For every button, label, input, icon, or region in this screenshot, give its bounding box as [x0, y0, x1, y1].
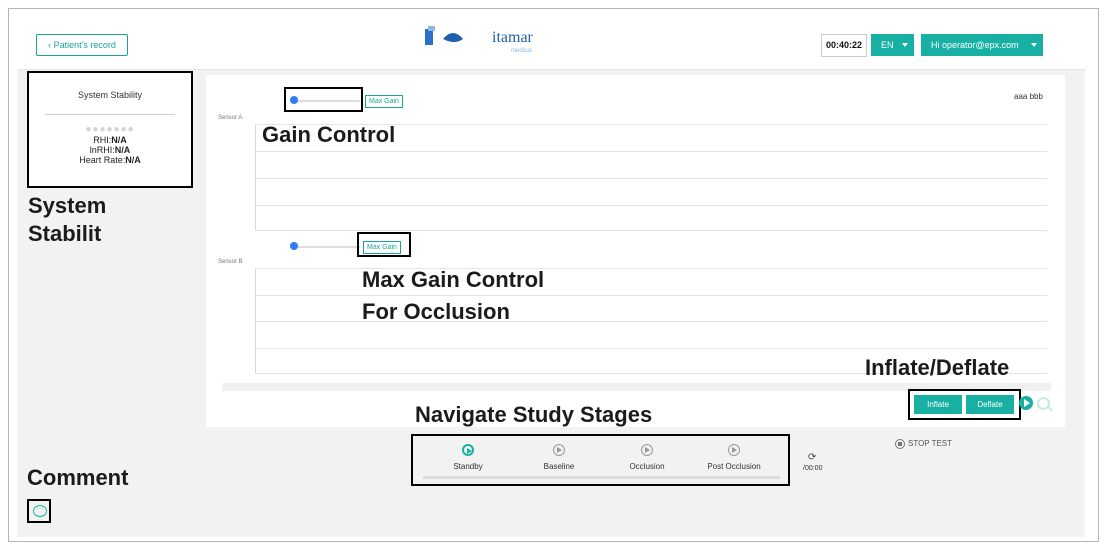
logo-subtext: medical [511, 48, 532, 54]
itamar-logo [425, 26, 463, 45]
annotation-system-stability: System Stabilit [28, 193, 107, 246]
stop-test-button[interactable]: STOP TEST [895, 439, 952, 449]
lnrhi-stat: lnRHI:N/A [89, 145, 131, 155]
refresh-icon[interactable]: ⟳ [808, 452, 816, 463]
stage-progress-bar [423, 476, 780, 479]
rhi-stat: RHI:N/A [93, 135, 127, 145]
stability-dots: ●●●●●●● [85, 124, 135, 135]
chevron-down-icon [902, 43, 908, 47]
user-menu[interactable]: Hi operator@epx.com [921, 34, 1043, 56]
comment-button[interactable]: ··· [27, 499, 51, 523]
stage-occlusion[interactable]: Occlusion [602, 444, 692, 471]
logo-text: itamar [492, 29, 533, 46]
divider [45, 114, 175, 115]
play-icon [728, 444, 740, 456]
highlight-max-gain [357, 232, 411, 257]
chevron-down-icon [1031, 43, 1037, 47]
heart-rate-stat: Heart Rate:N/A [79, 155, 141, 165]
session-timer: 00:40:22 [821, 34, 867, 57]
max-gain-button-a[interactable]: Max Gain [365, 95, 403, 108]
patient-record-button[interactable]: ‹ Patient's record [36, 34, 128, 56]
corner-text: aaa bbb [1014, 92, 1043, 101]
annotation-comment: Comment [27, 465, 129, 490]
stage-standby[interactable]: Standby [423, 444, 513, 471]
annotation-inflate-deflate: Inflate/Deflate [865, 355, 1010, 380]
annotation-max-gain: Max Gain Control For Occlusion [362, 267, 545, 324]
stop-icon [895, 439, 905, 449]
language-dropdown[interactable]: EN [871, 34, 914, 56]
stability-title: System Stability [77, 90, 143, 100]
stage-baseline[interactable]: Baseline [514, 444, 604, 471]
system-stability-panel: System Stability ●●●●●●● RHI:N/A lnRHI:N… [27, 71, 193, 188]
gain-slider-b[interactable] [292, 246, 360, 248]
highlight-inflate-deflate [908, 389, 1021, 420]
sensor-b-label: Sensor B [218, 259, 243, 265]
user-label: Hi operator@epx.com [931, 40, 1019, 50]
gain-slider-b-knob[interactable] [290, 242, 298, 250]
language-label: EN [881, 40, 894, 50]
play-icon[interactable] [1019, 396, 1033, 410]
stage-post-occlusion[interactable]: Post Occlusion [689, 444, 779, 471]
study-stages-nav: Standby Baseline Occlusion Post Occlusio… [411, 434, 790, 486]
elapsed-time: /00:00 [803, 465, 823, 472]
stop-label: STOP TEST [908, 439, 953, 449]
annotation-gain-control: Gain Control [262, 122, 396, 147]
sensor-a-label: Sensor A [218, 115, 243, 121]
highlight-gain-control [284, 87, 363, 112]
play-icon [553, 444, 565, 456]
annotation-navigate-stages: Navigate Study Stages [415, 402, 653, 427]
play-icon [462, 444, 474, 456]
header-bar: ‹ Patient's record itamar medical 00:40:… [17, 21, 1085, 70]
comment-icon: ··· [33, 505, 47, 517]
search-icon[interactable] [1037, 397, 1050, 410]
play-icon [641, 444, 653, 456]
